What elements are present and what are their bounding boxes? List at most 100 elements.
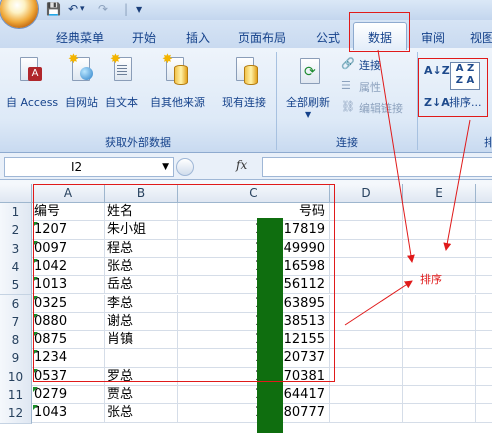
cell-e[interactable] <box>403 203 476 222</box>
name-box-dropdown-icon[interactable]: ▼ <box>162 158 169 176</box>
cell-f[interactable] <box>476 331 492 350</box>
column-header-d[interactable]: D <box>330 184 403 203</box>
cell-d[interactable] <box>330 349 403 368</box>
cell-d[interactable] <box>330 203 403 222</box>
redo-icon[interactable]: ↷ <box>98 2 108 16</box>
formula-input[interactable] <box>262 157 492 177</box>
cell-f[interactable] <box>476 295 492 313</box>
cell-e[interactable] <box>403 349 476 368</box>
select-all-corner[interactable] <box>0 184 32 203</box>
existing-connections-icon <box>236 57 258 85</box>
cell-e[interactable] <box>403 404 476 423</box>
cell-f[interactable] <box>476 404 492 423</box>
row-header[interactable]: 4 <box>0 257 32 278</box>
properties-button[interactable]: 属性 <box>359 79 381 95</box>
insert-function-icon[interactable]: fx <box>236 158 247 172</box>
row-header[interactable]: 1 <box>0 203 32 223</box>
cell-d[interactable] <box>330 221 403 240</box>
existing-connections-button[interactable]: 现有连接 <box>222 94 266 110</box>
name-box-value: I2 <box>71 160 83 174</box>
tab-home[interactable]: 开始 <box>132 29 156 46</box>
cell-f[interactable] <box>476 258 492 277</box>
edit-links-button[interactable]: 编辑链接 <box>359 100 403 116</box>
cell-e[interactable] <box>403 294 476 313</box>
cell-e[interactable] <box>403 331 476 350</box>
cell-d[interactable] <box>330 257 403 277</box>
refresh-all-dropdown[interactable]: ▼ <box>305 110 311 119</box>
cell-d[interactable] <box>330 404 403 423</box>
connections-button[interactable]: 连接 <box>359 57 381 73</box>
cell-c[interactable]: 13 080777 <box>178 404 330 423</box>
cell-f[interactable] <box>476 276 492 295</box>
tab-insert[interactable]: 插入 <box>186 29 210 46</box>
group-label-connections: 连接 <box>336 136 358 149</box>
row-header[interactable]: 3 <box>0 239 32 259</box>
number-as-text-indicator <box>33 405 38 411</box>
cell-b[interactable]: 贾总 <box>105 386 178 405</box>
cell-d[interactable] <box>330 386 403 405</box>
tab-page-layout[interactable]: 页面布局 <box>238 29 286 46</box>
from-text-button[interactable]: 自文本 <box>105 94 138 110</box>
formula-cancel-icon <box>176 158 194 176</box>
cell-f[interactable] <box>476 221 492 240</box>
name-box[interactable]: I2 ▼ <box>4 157 174 177</box>
cell-e[interactable] <box>403 386 476 405</box>
cell-d[interactable] <box>330 312 403 332</box>
row-header[interactable]: 2 <box>0 221 32 241</box>
text-icon: ✸ <box>110 53 132 81</box>
tab-formulas[interactable]: 公式 <box>316 29 340 46</box>
row-header[interactable]: 8 <box>0 331 32 351</box>
group-label-get-external-data: 获取外部数据 <box>105 136 171 149</box>
number-as-text-indicator <box>33 387 38 392</box>
row-header[interactable]: 12 <box>0 404 32 424</box>
cell-d[interactable] <box>330 331 403 350</box>
row-header[interactable]: 7 <box>0 312 32 333</box>
row-header[interactable]: 5 <box>0 276 32 296</box>
tab-review[interactable]: 审阅 <box>421 29 445 46</box>
web-icon: ✸ <box>68 53 93 81</box>
cell-d[interactable] <box>330 276 403 295</box>
cell-d[interactable] <box>330 239 403 258</box>
cell-f[interactable] <box>476 203 492 222</box>
undo-icon[interactable]: ↶ <box>68 2 78 16</box>
column-header-f-partial[interactable] <box>476 184 492 203</box>
cell-f[interactable] <box>476 386 492 405</box>
qa-separator: | <box>124 2 129 16</box>
cell-c[interactable]: 13 064417 <box>178 386 330 405</box>
cell-f[interactable] <box>476 313 492 332</box>
other-sources-icon: ✸ <box>162 53 188 85</box>
cell-e[interactable] <box>403 312 476 332</box>
cell-f[interactable] <box>476 368 492 386</box>
from-other-sources-button[interactable]: 自其他来源 <box>150 94 205 110</box>
access-icon: A <box>20 57 42 81</box>
cell-d[interactable] <box>330 294 403 313</box>
row-header[interactable]: 9 <box>0 349 32 369</box>
cell-d[interactable] <box>330 367 403 386</box>
tab-view[interactable]: 视图 <box>470 29 492 46</box>
cell-f[interactable] <box>476 240 492 258</box>
cell-a[interactable]: 0279 <box>32 386 105 405</box>
undo-dropdown-icon[interactable]: ▾ <box>80 4 85 18</box>
cell-e[interactable] <box>403 367 476 386</box>
annotation-box-data-range <box>33 184 335 382</box>
refresh-all-icon: ⟳ <box>300 58 320 84</box>
row-header[interactable]: 6 <box>0 294 32 314</box>
cell-e[interactable] <box>403 221 476 240</box>
annotation-text: 排序 <box>420 273 442 286</box>
row-header[interactable]: 10 <box>0 367 32 387</box>
tab-classic-menu[interactable]: 经典菜单 <box>56 29 104 46</box>
cell-f[interactable] <box>476 349 492 368</box>
customize-quick-access[interactable]: ▼ <box>136 5 142 19</box>
column-header-e[interactable]: E <box>403 184 476 203</box>
save-icon[interactable]: 💾 <box>46 2 61 16</box>
edit-links-icon: ⛓ <box>341 100 355 113</box>
properties-icon: ☰ <box>341 79 351 92</box>
refresh-all-button[interactable]: 全部刷新 <box>286 94 330 110</box>
cell-e[interactable] <box>403 239 476 258</box>
row-header[interactable]: 11 <box>0 386 32 406</box>
from-web-button[interactable]: 自网站 <box>65 94 98 110</box>
connections-icon: 🔗 <box>341 57 355 70</box>
cell-a[interactable]: 1043 <box>32 404 105 423</box>
cell-b[interactable]: 张总 <box>105 404 178 423</box>
from-access-button[interactable]: 自 Access <box>6 94 58 110</box>
